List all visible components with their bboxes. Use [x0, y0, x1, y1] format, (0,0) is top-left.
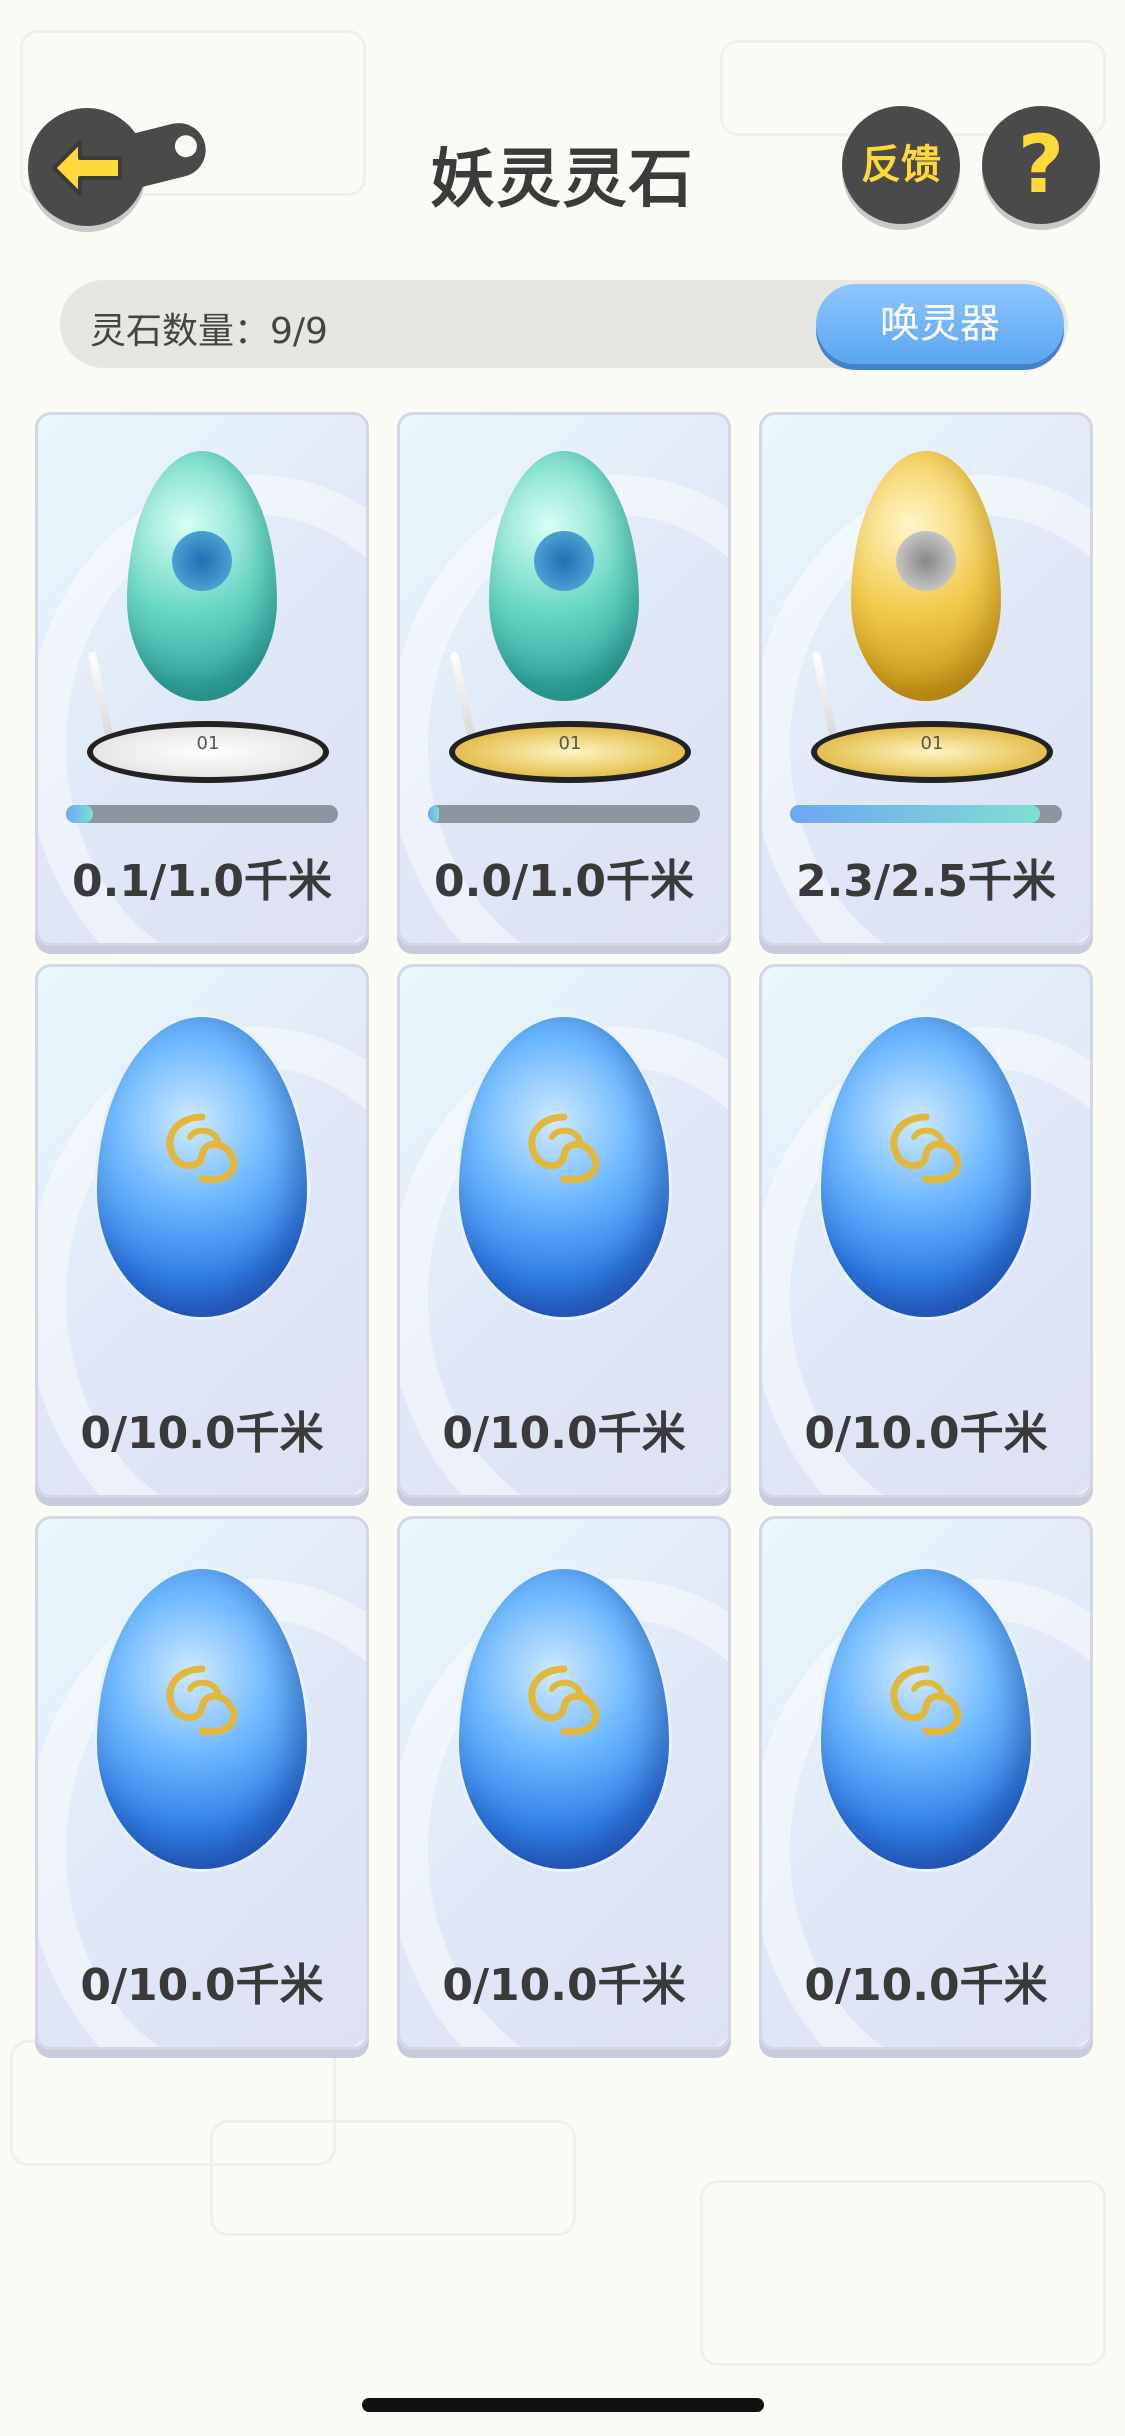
- distance-label: 0/10.0千米: [80, 1960, 324, 2011]
- swirl-emblem-icon: [166, 1113, 238, 1184]
- stone-count: 灵石数量：9/9: [90, 311, 328, 352]
- feedback-button[interactable]: 反馈: [842, 106, 960, 224]
- distance-label: 0/10.0千米: [442, 1960, 686, 2011]
- swirl-emblem-icon: [528, 1113, 600, 1184]
- walk-progress-bar: [790, 805, 1062, 823]
- stone-card[interactable]: 01 0.1/1.0千米: [35, 412, 369, 946]
- distance-label: 0/10.0千米: [804, 1408, 1048, 1459]
- distance-label: 0/10.0千米: [804, 1960, 1048, 2011]
- distance-label: 0/10.0千米: [80, 1408, 324, 1459]
- walk-progress-bar: [428, 805, 700, 823]
- swirl-emblem-icon: [528, 1665, 600, 1736]
- green-egg-on-stand-icon: 01: [449, 451, 691, 783]
- swirl-emblem-icon: [890, 1113, 962, 1184]
- summoner-button[interactable]: 唤灵器: [816, 284, 1064, 364]
- stone-card[interactable]: 01 0.0/1.0千米: [397, 412, 731, 946]
- distance-label: 0.1/1.0千米: [72, 856, 332, 907]
- swirl-emblem-icon: [166, 1665, 238, 1736]
- walk-progress-bar: [66, 805, 338, 823]
- stone-card[interactable]: 0/10.0千米: [397, 1516, 731, 2050]
- stone-card[interactable]: 0/10.0千米: [35, 964, 369, 1498]
- stone-card[interactable]: 01 2.3/2.5千米: [759, 412, 1093, 946]
- distance-label: 0/10.0千米: [442, 1408, 686, 1459]
- distance-label: 0.0/1.0千米: [434, 856, 694, 907]
- header: 妖灵灵石 反馈 ?: [0, 100, 1125, 230]
- distance-label: 2.3/2.5千米: [796, 856, 1056, 907]
- help-button[interactable]: ?: [982, 106, 1100, 224]
- home-indicator[interactable]: [362, 2398, 764, 2412]
- stone-card[interactable]: 0/10.0千米: [759, 1516, 1093, 2050]
- stone-count-bar: 灵石数量：9/9 唤灵器: [60, 280, 1068, 368]
- green-egg-on-stand-icon: 01: [87, 451, 329, 783]
- swirl-emblem-icon: [890, 1665, 962, 1736]
- stone-card[interactable]: 0/10.0千米: [759, 964, 1093, 1498]
- stone-card[interactable]: 0/10.0千米: [397, 964, 731, 1498]
- stone-card[interactable]: 0/10.0千米: [35, 1516, 369, 2050]
- gold-egg-on-stand-icon: 01: [811, 451, 1053, 783]
